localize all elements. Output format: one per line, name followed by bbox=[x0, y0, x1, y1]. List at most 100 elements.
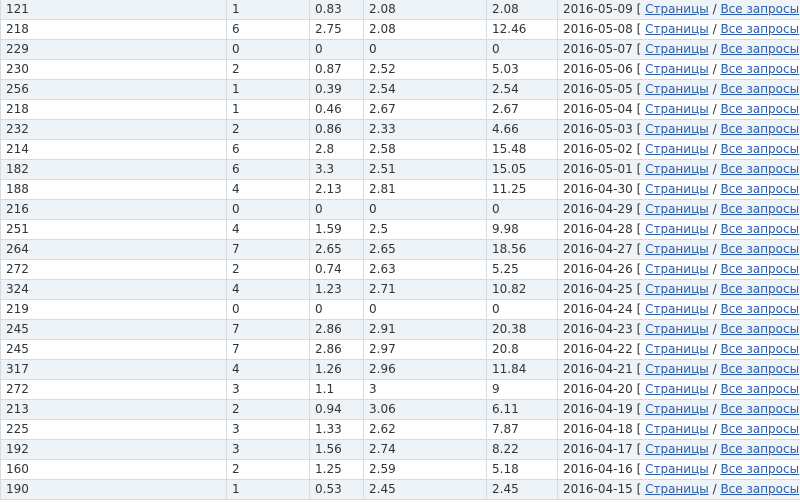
pages-link[interactable]: Страницы bbox=[645, 422, 709, 436]
pages-link[interactable]: Страницы bbox=[645, 122, 709, 136]
table-cell-c2: 7 bbox=[226, 319, 310, 340]
row-date: 2016-05-04 bbox=[563, 102, 633, 116]
all-queries-link[interactable]: Все запросы bbox=[720, 282, 799, 296]
pages-link[interactable]: Страницы bbox=[645, 402, 709, 416]
row-date: 2016-05-03 bbox=[563, 122, 633, 136]
table-cell-c2: 2 bbox=[226, 259, 310, 280]
pages-link[interactable]: Страницы bbox=[645, 342, 709, 356]
table-cell-date-links: 2016-04-19 [ Страницы / Все запросы ] bbox=[557, 399, 800, 420]
pages-link[interactable]: Страницы bbox=[645, 262, 709, 276]
pages-link[interactable]: Страницы bbox=[645, 362, 709, 376]
table-row: 192 3 1.56 2.74 8.22 2016-04-17 [ Страницы / … bbox=[0, 439, 800, 460]
table-row: 218 6 2.75 2.08 12.46 2016-05-08 [ Страницы /… bbox=[0, 19, 800, 40]
table-cell-c4: 2.52 bbox=[363, 59, 487, 80]
all-queries-link[interactable]: Все запросы bbox=[720, 442, 799, 456]
table-cell-c4: 2.58 bbox=[363, 139, 487, 160]
pages-link[interactable]: Страницы bbox=[645, 102, 709, 116]
table-row: 251 4 1.59 2.5 9.98 2016-04-28 [ Страницы / В… bbox=[0, 219, 800, 240]
table-cell-c3: 1.59 bbox=[309, 219, 364, 240]
all-queries-link[interactable]: Все запросы bbox=[720, 182, 799, 196]
all-queries-link[interactable]: Все запросы bbox=[720, 462, 799, 476]
pages-link[interactable]: Страницы bbox=[645, 242, 709, 256]
pages-link[interactable]: Страницы bbox=[645, 382, 709, 396]
pages-link[interactable]: Страницы bbox=[645, 302, 709, 316]
pages-link[interactable]: Страницы bbox=[645, 442, 709, 456]
link-separator: / bbox=[712, 442, 717, 456]
row-date: 2016-04-27 bbox=[563, 242, 633, 256]
table-cell-c4: 2.65 bbox=[363, 239, 487, 260]
table-cell-date-links: 2016-05-02 [ Страницы / Все запросы ] bbox=[557, 139, 800, 160]
link-separator: / bbox=[712, 202, 717, 216]
all-queries-link[interactable]: Все запросы bbox=[720, 42, 799, 56]
table-cell-c4: 0 bbox=[363, 39, 487, 60]
pages-link[interactable]: Страницы bbox=[645, 202, 709, 216]
open-bracket: [ bbox=[636, 102, 642, 116]
open-bracket: [ bbox=[636, 362, 642, 376]
table-cell-c2: 4 bbox=[226, 179, 310, 200]
table-cell-date-links: 2016-04-23 [ Страницы / Все запросы ] bbox=[557, 319, 800, 340]
pages-link[interactable]: Страницы bbox=[645, 222, 709, 236]
table-row: 245 7 2.86 2.91 20.38 2016-04-23 [ Страницы /… bbox=[0, 319, 800, 340]
table-cell-c2: 0 bbox=[226, 39, 310, 60]
open-bracket: [ bbox=[636, 122, 642, 136]
pages-link[interactable]: Страницы bbox=[645, 462, 709, 476]
all-queries-link[interactable]: Все запросы bbox=[720, 322, 799, 336]
pages-link[interactable]: Страницы bbox=[645, 142, 709, 156]
open-bracket: [ bbox=[636, 282, 642, 296]
all-queries-link[interactable]: Все запросы bbox=[720, 142, 799, 156]
all-queries-link[interactable]: Все запросы bbox=[720, 362, 799, 376]
table-cell-c2: 3 bbox=[226, 379, 310, 400]
open-bracket: [ bbox=[636, 22, 642, 36]
all-queries-link[interactable]: Все запросы bbox=[720, 482, 799, 496]
pages-link[interactable]: Страницы bbox=[645, 2, 709, 16]
all-queries-link[interactable]: Все запросы bbox=[720, 222, 799, 236]
all-queries-link[interactable]: Все запросы bbox=[720, 122, 799, 136]
all-queries-link[interactable]: Все запросы bbox=[720, 382, 799, 396]
pages-link[interactable]: Страницы bbox=[645, 82, 709, 96]
table-cell-c5: 2.08 bbox=[486, 0, 558, 20]
pages-link[interactable]: Страницы bbox=[645, 42, 709, 56]
all-queries-link[interactable]: Все запросы bbox=[720, 82, 799, 96]
table-cell-c3: 2.86 bbox=[309, 319, 364, 340]
table-cell-c4: 0 bbox=[363, 199, 487, 220]
table-row: 213 2 0.94 3.06 6.11 2016-04-19 [ Страницы / … bbox=[0, 399, 800, 420]
table-cell-date-links: 2016-04-25 [ Страницы / Все запросы ] bbox=[557, 279, 800, 300]
all-queries-link[interactable]: Все запросы bbox=[720, 2, 799, 16]
all-queries-link[interactable]: Все запросы bbox=[720, 302, 799, 316]
all-queries-link[interactable]: Все запросы bbox=[720, 342, 799, 356]
link-separator: / bbox=[712, 462, 717, 476]
table-cell-c5: 0 bbox=[486, 39, 558, 60]
table-cell-c2: 6 bbox=[226, 19, 310, 40]
row-date: 2016-04-15 bbox=[563, 482, 633, 496]
all-queries-link[interactable]: Все запросы bbox=[720, 262, 799, 276]
table-cell-c1: 272 bbox=[0, 259, 227, 280]
row-date: 2016-04-30 bbox=[563, 182, 633, 196]
all-queries-link[interactable]: Все запросы bbox=[720, 402, 799, 416]
link-separator: / bbox=[712, 222, 717, 236]
table-cell-c5: 18.56 bbox=[486, 239, 558, 260]
table-cell-c5: 11.25 bbox=[486, 179, 558, 200]
table-cell-c5: 15.48 bbox=[486, 139, 558, 160]
pages-link[interactable]: Страницы bbox=[645, 22, 709, 36]
pages-link[interactable]: Страницы bbox=[645, 162, 709, 176]
all-queries-link[interactable]: Все запросы bbox=[720, 162, 799, 176]
table-cell-c5: 9 bbox=[486, 379, 558, 400]
pages-link[interactable]: Страницы bbox=[645, 482, 709, 496]
all-queries-link[interactable]: Все запросы bbox=[720, 62, 799, 76]
table-cell-c3: 0.46 bbox=[309, 99, 364, 120]
all-queries-link[interactable]: Все запросы bbox=[720, 202, 799, 216]
table-cell-c4: 2.91 bbox=[363, 319, 487, 340]
pages-link[interactable]: Страницы bbox=[645, 322, 709, 336]
table-row: 160 2 1.25 2.59 5.18 2016-04-16 [ Страницы / … bbox=[0, 459, 800, 480]
pages-link[interactable]: Страницы bbox=[645, 62, 709, 76]
all-queries-link[interactable]: Все запросы bbox=[720, 22, 799, 36]
table-cell-c3: 1.26 bbox=[309, 359, 364, 380]
row-date: 2016-05-01 bbox=[563, 162, 633, 176]
all-queries-link[interactable]: Все запросы bbox=[720, 242, 799, 256]
all-queries-link[interactable]: Все запросы bbox=[720, 102, 799, 116]
all-queries-link[interactable]: Все запросы bbox=[720, 422, 799, 436]
table-cell-c4: 2.81 bbox=[363, 179, 487, 200]
pages-link[interactable]: Страницы bbox=[645, 182, 709, 196]
pages-link[interactable]: Страницы bbox=[645, 282, 709, 296]
table-cell-c4: 2.96 bbox=[363, 359, 487, 380]
